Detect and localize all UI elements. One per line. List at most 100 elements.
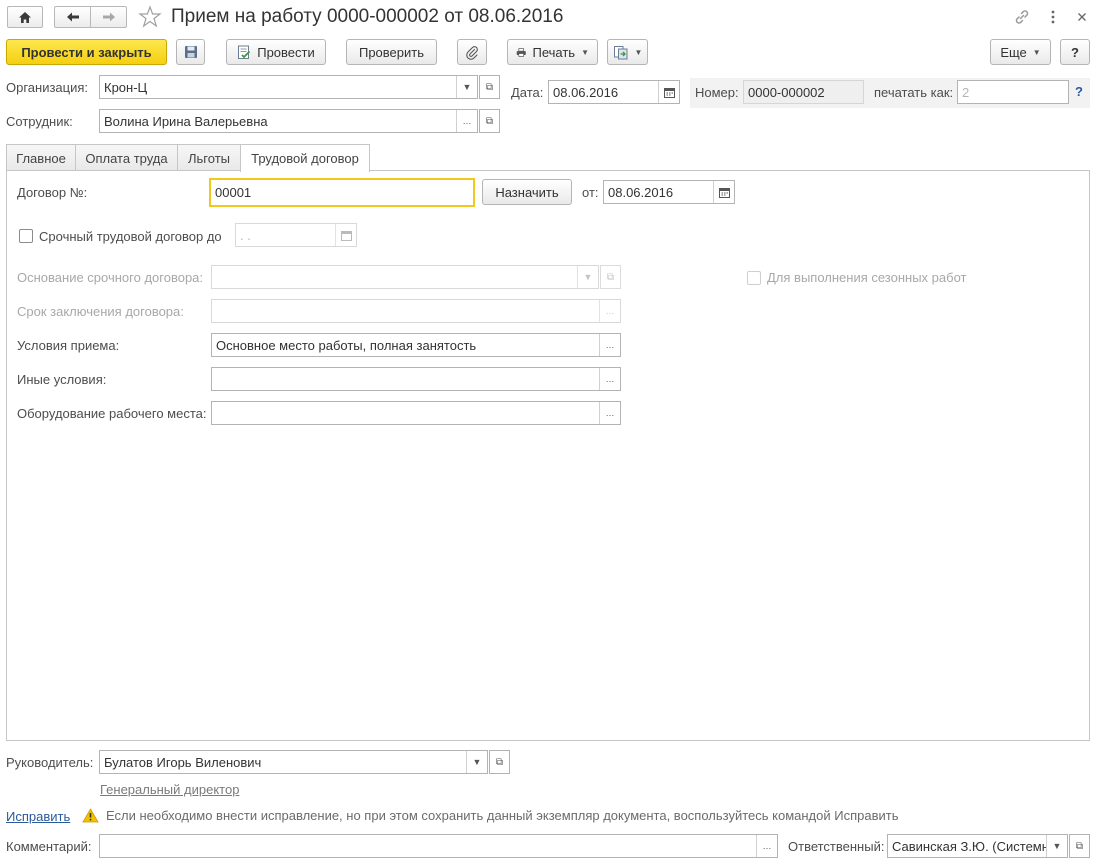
tab-payment[interactable]: Оплата труда bbox=[75, 144, 178, 171]
check-button[interactable]: Проверить bbox=[346, 39, 437, 65]
manager-position-link[interactable]: Генеральный директор bbox=[100, 782, 239, 797]
fixed-term-date-value: . . bbox=[240, 227, 251, 243]
post-and-close-button[interactable]: Провести и закрыть bbox=[6, 39, 167, 65]
other-conditions-label: Иные условия: bbox=[17, 372, 107, 387]
more-actions-button[interactable] bbox=[1046, 8, 1060, 26]
more-button[interactable]: Еще ▼ bbox=[990, 39, 1051, 65]
print-as-placeholder: 2 bbox=[962, 84, 970, 100]
open-employee-button[interactable]: ⧉ bbox=[479, 109, 500, 133]
tab-main[interactable]: Главное bbox=[6, 144, 76, 171]
warning-icon bbox=[82, 808, 99, 823]
contract-date-field[interactable]: 08.06.2016 bbox=[603, 180, 735, 204]
open-form-icon: ⧉ bbox=[485, 81, 494, 93]
create-based-on-button[interactable]: ▼ bbox=[607, 39, 648, 65]
basis-field[interactable]: ▼ bbox=[211, 265, 599, 289]
term-label: Срок заключения договора: bbox=[17, 304, 184, 319]
open-responsible-button[interactable]: ⧉ bbox=[1069, 834, 1090, 858]
help-label: ? bbox=[1071, 44, 1079, 60]
close-button[interactable] bbox=[1074, 8, 1090, 26]
dropdown-arrow-icon[interactable]: ▼ bbox=[456, 76, 477, 98]
dropdown-arrow-icon[interactable]: ▼ bbox=[466, 751, 487, 773]
save-button[interactable] bbox=[176, 39, 205, 65]
open-basis-button[interactable]: ⧉ bbox=[600, 265, 621, 289]
employee-field[interactable]: Волина Ирина Валерьевна … bbox=[99, 109, 478, 133]
fixed-term-date-field[interactable]: . . bbox=[235, 223, 357, 247]
dropdown-arrow-icon[interactable]: ▼ bbox=[1046, 835, 1067, 857]
responsible-label: Ответственный: bbox=[788, 839, 885, 854]
assign-button[interactable]: Назначить bbox=[482, 179, 572, 205]
term-field[interactable]: … bbox=[211, 299, 621, 323]
open-organization-button[interactable]: ⧉ bbox=[479, 75, 500, 99]
select-ellipsis-icon[interactable]: … bbox=[599, 402, 620, 424]
chevron-down-icon: ▼ bbox=[1032, 47, 1041, 57]
equipment-field[interactable]: … bbox=[211, 401, 621, 425]
organization-label: Организация: bbox=[6, 80, 89, 95]
open-manager-button[interactable]: ⧉ bbox=[489, 750, 510, 774]
date-label: Дата: bbox=[511, 85, 544, 100]
number-value: 0000-000002 bbox=[748, 84, 825, 100]
manager-value: Булатов Игорь Виленович bbox=[104, 754, 262, 770]
home-button[interactable] bbox=[7, 6, 43, 28]
tab-benefits-label: Льготы bbox=[187, 150, 230, 166]
equipment-label: Оборудование рабочего места: bbox=[17, 406, 207, 421]
print-as-help-link[interactable]: ? bbox=[1075, 84, 1083, 99]
fixed-term-checkbox[interactable] bbox=[19, 229, 33, 243]
tab-employment-contract-label: Трудовой договор bbox=[251, 151, 359, 166]
calendar-icon[interactable] bbox=[713, 181, 734, 203]
close-icon bbox=[1078, 13, 1086, 21]
post-and-close-label: Провести и закрыть bbox=[21, 44, 152, 60]
favorite-star-button[interactable] bbox=[138, 5, 162, 29]
contract-panel bbox=[6, 170, 1090, 741]
select-ellipsis-icon[interactable]: … bbox=[456, 110, 477, 132]
forward-button[interactable] bbox=[90, 6, 127, 28]
calendar-icon[interactable] bbox=[658, 81, 679, 103]
seasonal-label[interactable]: Для выполнения сезонных работ bbox=[767, 270, 966, 285]
employee-label: Сотрудник: bbox=[6, 114, 73, 129]
comment-field[interactable]: … bbox=[99, 834, 778, 858]
fix-warning-text: Если необходимо внести исправление, но п… bbox=[106, 808, 899, 823]
help-button[interactable]: ? bbox=[1060, 39, 1090, 65]
back-arrow-icon bbox=[66, 12, 79, 22]
tab-employment-contract[interactable]: Трудовой договор bbox=[240, 144, 370, 172]
responsible-field[interactable]: Савинская З.Ю. (Системный ▼ bbox=[887, 834, 1068, 858]
date-field[interactable]: 08.06.2016 bbox=[548, 80, 680, 104]
tab-payment-label: Оплата труда bbox=[85, 150, 168, 166]
star-icon bbox=[138, 5, 162, 28]
create-based-on-icon bbox=[613, 45, 628, 59]
select-ellipsis-icon[interactable]: … bbox=[599, 300, 620, 322]
post-label: Провести bbox=[257, 44, 315, 60]
page-title: Прием на работу 0000-000002 от 08.06.201… bbox=[171, 6, 564, 27]
chevron-down-icon: ▼ bbox=[634, 47, 643, 57]
select-ellipsis-icon[interactable]: … bbox=[599, 334, 620, 356]
back-button[interactable] bbox=[54, 6, 91, 28]
attach-files-button[interactable] bbox=[457, 39, 487, 65]
fixed-term-label[interactable]: Срочный трудовой договор до bbox=[39, 229, 222, 244]
seasonal-checkbox[interactable] bbox=[747, 271, 761, 285]
contract-number-input[interactable]: 00001 bbox=[209, 178, 475, 207]
tab-benefits[interactable]: Льготы bbox=[177, 144, 241, 171]
print-button[interactable]: Печать ▼ bbox=[507, 39, 598, 65]
select-ellipsis-icon[interactable]: … bbox=[599, 368, 620, 390]
open-form-icon: ⧉ bbox=[495, 756, 504, 768]
dropdown-arrow-icon[interactable]: ▼ bbox=[577, 266, 598, 288]
conditions-field[interactable]: Основное место работы, полная занятость … bbox=[211, 333, 621, 357]
organization-value: Крон-Ц bbox=[104, 79, 148, 95]
manager-field[interactable]: Булатов Игорь Виленович ▼ bbox=[99, 750, 488, 774]
link-icon bbox=[1015, 10, 1029, 24]
open-form-icon: ⧉ bbox=[606, 271, 615, 283]
manager-label: Руководитель: bbox=[6, 755, 94, 770]
tab-main-label: Главное bbox=[16, 150, 66, 166]
copy-link-button[interactable] bbox=[1013, 8, 1031, 26]
organization-field[interactable]: Крон-Ц ▼ bbox=[99, 75, 478, 99]
other-conditions-field[interactable]: … bbox=[211, 367, 621, 391]
printer-icon bbox=[516, 47, 526, 57]
post-button[interactable]: Провести bbox=[226, 39, 326, 65]
calendar-icon[interactable] bbox=[335, 224, 356, 246]
date-value: 08.06.2016 bbox=[553, 84, 619, 100]
number-field[interactable]: 0000-000002 bbox=[743, 80, 864, 104]
assign-label: Назначить bbox=[495, 184, 559, 200]
print-as-field[interactable]: 2 bbox=[957, 80, 1069, 104]
paperclip-icon bbox=[466, 45, 478, 60]
select-ellipsis-icon[interactable]: … bbox=[756, 835, 777, 857]
fix-link[interactable]: Исправить bbox=[6, 809, 70, 824]
